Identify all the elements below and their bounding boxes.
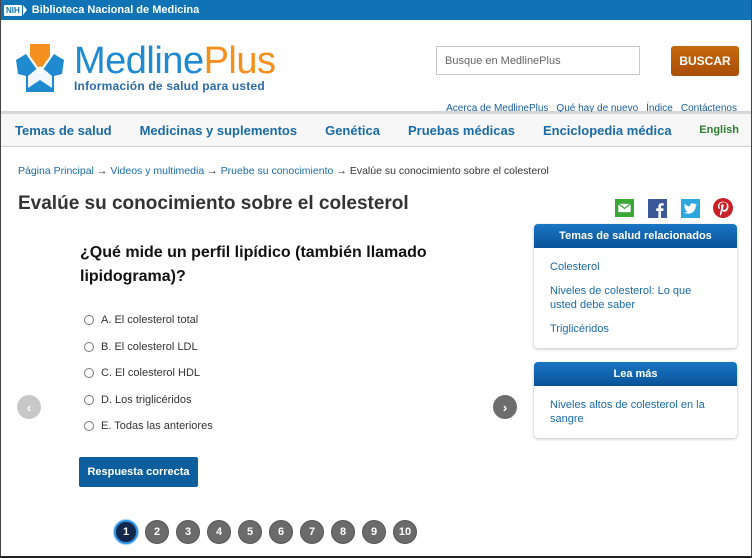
show-answer-button[interactable]: Respuesta correcta [79,457,198,487]
related-topics-title: Temas de salud relacionados [534,224,737,248]
main-nav: Temas de salud Medicinas y suplementos G… [1,112,751,147]
page-button-4[interactable]: 4 [207,520,231,544]
radio-button[interactable] [84,421,94,432]
answer-option-d[interactable]: D. Los triglicéridos [84,387,213,414]
breadcrumb-videos[interactable]: Videos y multimedia [110,165,204,177]
next-question-button[interactable]: › [493,395,517,419]
page-button-9[interactable]: 9 [362,520,386,544]
radio-button[interactable] [84,394,94,405]
breadcrumb-quizzes[interactable]: Pruebe su conocimiento [221,165,334,177]
option-label: E. Todas las anteriores [101,420,213,433]
answer-option-a[interactable]: A. El colesterol total [84,307,213,334]
email-icon[interactable] [614,198,634,218]
radio-button[interactable] [84,368,94,379]
quiz-question: ¿Qué mide un perfil lipídico (también ll… [80,244,427,285]
nav-item-medical-tests[interactable]: Pruebas médicas [408,123,515,138]
previous-question-button[interactable]: ‹ [17,395,41,419]
nih-arrow-icon [22,5,27,15]
option-label: B. El colesterol LDL [101,340,198,353]
radio-button[interactable] [84,341,94,352]
medlineplus-cross-icon [16,44,64,92]
nav-item-genetics[interactable]: Genética [325,123,380,138]
medlineplus-logo[interactable]: MedlinePlus Información de salud para us… [14,42,276,94]
page-button-1[interactable]: 1 [114,520,138,544]
page-button-6[interactable]: 6 [269,520,293,544]
read-more-box: Lea más Niveles altos de colesterol en l… [534,362,737,438]
nih-title[interactable]: Biblioteca Nacional de Medicina [32,4,200,16]
related-link-triglycerides[interactable]: Triglicéridos [550,322,721,336]
logo-wordmark-main: Medline [74,40,204,82]
answer-option-b[interactable]: B. El colesterol LDL [84,334,213,361]
twitter-icon[interactable] [680,198,700,218]
page-button-3[interactable]: 3 [176,520,200,544]
page: NIH Biblioteca Nacional de Medicina Medl… [0,0,752,558]
logo-tagline: Información de salud para usted [74,79,265,93]
breadcrumb-separator: → [207,165,218,177]
page-button-7[interactable]: 7 [300,520,324,544]
nih-bar: NIH Biblioteca Nacional de Medicina [1,0,751,20]
page-button-5[interactable]: 5 [238,520,262,544]
radio-button[interactable] [84,315,94,326]
breadcrumb: Página Principal → Videos y multimedia → Pru… [18,165,549,177]
read-more-link-high-cholesterol[interactable]: Niveles altos de colesterol en la sangre [550,398,721,426]
breadcrumb-home[interactable]: Página Principal [18,165,94,177]
option-label: C. El colesterol HDL [101,367,201,380]
facebook-icon[interactable] [647,198,667,218]
related-topics-box: Temas de salud relacionados Colesterol N… [534,224,737,348]
breadcrumb-separator: → [336,165,347,177]
language-link-english[interactable]: English [699,124,739,136]
share-icons [614,198,733,218]
logo-wordmark: MedlinePlus [74,42,276,80]
nih-logo[interactable]: NIH [4,4,27,17]
question-pager: 1 2 3 4 5 6 7 8 9 10 [114,520,417,544]
chevron-right-icon: › [502,399,508,415]
page-button-8[interactable]: 8 [331,520,355,544]
answer-option-c[interactable]: C. El colesterol HDL [84,360,213,387]
answer-option-e[interactable]: E. Todas las anteriores [84,413,213,440]
page-title: Evalúe su conocimiento sobre el colester… [18,193,409,214]
related-link-cholesterol[interactable]: Colesterol [550,260,721,274]
option-label: D. Los triglicéridos [101,393,192,406]
header: MedlinePlus Información de salud para us… [1,20,751,114]
logo-wordmark-accent: Plus [203,40,276,82]
option-label: A. El colesterol total [101,314,199,327]
search-input[interactable] [436,46,640,75]
answer-options: A. El colesterol total B. El colesterol … [84,307,213,440]
breadcrumb-separator: → [96,165,108,177]
nav-item-drugs-supplements[interactable]: Medicinas y suplementos [140,123,298,138]
pinterest-icon[interactable] [713,198,733,218]
nih-logo-text: NIH [4,4,22,16]
chevron-left-icon: ‹ [26,399,32,415]
page-button-2[interactable]: 2 [145,520,169,544]
read-more-title: Lea más [534,362,737,386]
search-button[interactable]: BUSCAR [671,46,739,76]
page-button-10[interactable]: 10 [393,520,417,544]
nav-item-health-topics[interactable]: Temas de salud [15,123,112,138]
nav-item-encyclopedia[interactable]: Enciclopedia médica [543,123,672,138]
breadcrumb-current: Evalúe su conocimiento sobre el colester… [349,165,549,177]
related-link-cholesterol-levels[interactable]: Niveles de colesterol: Lo que usted debe… [550,284,721,312]
